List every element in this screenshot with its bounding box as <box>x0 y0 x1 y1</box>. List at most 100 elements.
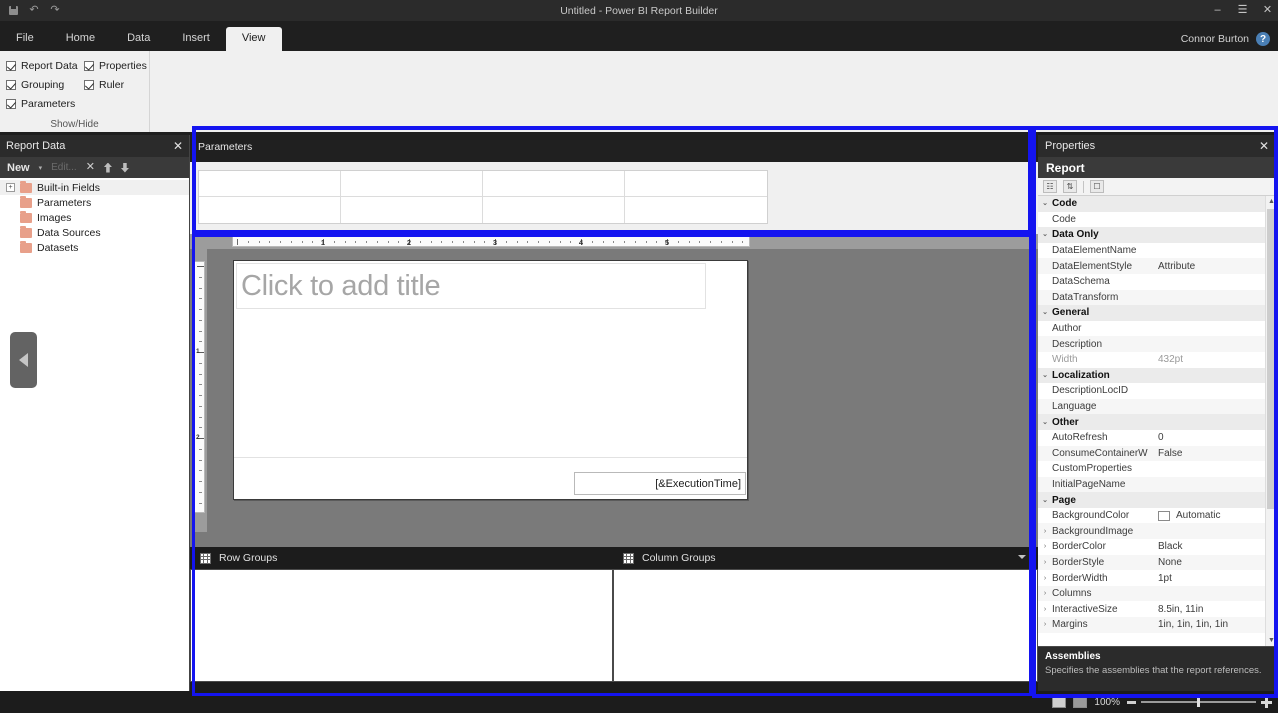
property-value[interactable]: None <box>1158 557 1276 568</box>
execution-time-textbox[interactable]: [&ExecutionTime] <box>574 472 746 495</box>
property-row[interactable]: Description <box>1038 336 1276 352</box>
property-pages-icon[interactable]: ☐ <box>1090 180 1104 193</box>
close-icon[interactable]: ✕ <box>1261 4 1274 17</box>
property-row[interactable]: BackgroundColor Automatic <box>1038 508 1276 524</box>
scroll-up-icon[interactable]: ▲ <box>1266 196 1277 207</box>
property-row[interactable]: AutoRefresh 0 <box>1038 430 1276 446</box>
property-category-general[interactable]: ⌄ General <box>1038 305 1276 321</box>
chevron-right-icon[interactable]: › <box>1038 575 1052 582</box>
help-icon[interactable]: ? <box>1256 32 1270 46</box>
zoom-slider[interactable] <box>1127 696 1272 708</box>
property-row[interactable]: ConsumeContainerW False <box>1038 445 1276 462</box>
edit-button[interactable]: Edit... <box>51 162 77 173</box>
chevron-down-icon[interactable]: ⌄ <box>1038 200 1052 207</box>
chevron-right-icon[interactable]: › <box>1038 606 1052 613</box>
zoom-thumb[interactable] <box>1197 697 1200 707</box>
report-design-surface[interactable]: Click to add title [&ExecutionTime] <box>207 249 1038 547</box>
properties-scrollbar[interactable]: ▲ ▼ <box>1265 196 1277 646</box>
restore-icon[interactable]: ☰ <box>1236 4 1249 17</box>
property-value[interactable]: 1pt <box>1158 573 1276 584</box>
report-title-textbox[interactable]: Click to add title <box>236 263 706 309</box>
close-icon[interactable]: ✕ <box>173 140 183 152</box>
tree-item-parameters[interactable]: Parameters <box>0 195 189 210</box>
categorized-icon[interactable]: ☷ <box>1043 180 1057 193</box>
parameter-cell[interactable] <box>483 197 625 223</box>
chevron-right-icon[interactable]: › <box>1038 621 1052 628</box>
new-button[interactable]: New <box>7 162 30 174</box>
property-row[interactable]: InitialPageName <box>1038 476 1276 493</box>
properties-grid[interactable]: ⌄ Code Code ⌄ Data Only DataElementName DataEl… <box>1038 196 1276 646</box>
chevron-down-icon[interactable]: ⌄ <box>1038 372 1052 379</box>
property-row[interactable]: DataElementStyle Attribute <box>1038 258 1276 274</box>
chevron-right-icon[interactable]: › <box>1038 543 1052 550</box>
property-row[interactable]: › BorderColor Black <box>1038 539 1276 555</box>
chevron-down-icon[interactable]: ⌄ <box>1038 419 1052 426</box>
property-value[interactable]: 432pt <box>1158 354 1276 365</box>
parameters-grid[interactable] <box>198 170 768 224</box>
parameter-cell[interactable] <box>625 171 767 197</box>
column-groups-list[interactable] <box>613 569 1038 682</box>
checkbox-grouping[interactable]: Grouping <box>6 79 84 91</box>
property-category-code[interactable]: ⌄ Code <box>1038 196 1276 212</box>
property-value[interactable]: Automatic <box>1158 510 1276 521</box>
chevron-right-icon[interactable]: › <box>1038 528 1052 535</box>
property-value[interactable]: 0 <box>1158 432 1276 443</box>
parameter-cell[interactable] <box>199 197 341 223</box>
tab-file[interactable]: File <box>0 28 50 51</box>
design-view-icon[interactable] <box>1052 696 1067 708</box>
zoom-track[interactable] <box>1141 697 1256 707</box>
property-row[interactable]: › Margins 1in, 1in, 1in, 1in <box>1038 617 1276 633</box>
property-row[interactable]: › BorderStyle None <box>1038 554 1276 571</box>
panel-collapse-button[interactable] <box>10 332 37 388</box>
expand-icon[interactable]: + <box>6 183 15 192</box>
parameter-cell[interactable] <box>341 197 483 223</box>
checkbox-report-data[interactable]: Report Data <box>6 60 84 72</box>
chevron-down-icon[interactable]: ▾ <box>39 164 43 172</box>
property-row[interactable]: › BackgroundImage <box>1038 523 1276 540</box>
tab-insert[interactable]: Insert <box>166 28 226 51</box>
properties-subject[interactable]: Report <box>1038 157 1276 178</box>
chevron-right-icon[interactable]: › <box>1038 559 1052 566</box>
property-row[interactable]: CustomProperties <box>1038 461 1276 477</box>
parameter-cell[interactable] <box>199 171 341 197</box>
property-row[interactable]: DataSchema <box>1038 274 1276 290</box>
property-value[interactable]: 1in, 1in, 1in, 1in <box>1158 619 1276 630</box>
property-value[interactable]: 8.5in, 11in <box>1158 604 1276 615</box>
property-value[interactable]: Attribute <box>1158 261 1276 272</box>
property-row[interactable]: Language <box>1038 398 1276 415</box>
chevron-down-icon[interactable]: ⌄ <box>1038 231 1052 238</box>
color-swatch[interactable] <box>1158 510 1170 521</box>
move-down-icon[interactable] <box>120 162 129 173</box>
horizontal-ruler-strip[interactable]: 1 2 3 4 5 <box>232 236 750 247</box>
property-category-localization[interactable]: ⌄ Localization <box>1038 367 1276 384</box>
tree-item-datasets[interactable]: Datasets <box>0 240 189 255</box>
minimize-icon[interactable]: – <box>1211 4 1224 17</box>
redo-icon[interactable]: ↷ <box>48 4 62 18</box>
save-icon[interactable] <box>6 4 20 18</box>
property-category-other[interactable]: ⌄ Other <box>1038 414 1276 430</box>
checkbox-parameters[interactable]: Parameters <box>6 98 84 110</box>
property-row[interactable]: DataElementName <box>1038 243 1276 259</box>
checkbox-properties[interactable]: Properties <box>84 60 154 72</box>
property-row[interactable]: DataTransform <box>1038 289 1276 306</box>
checkbox-ruler[interactable]: Ruler <box>84 79 154 91</box>
parameter-cell[interactable] <box>483 171 625 197</box>
tree-item-data-sources[interactable]: Data Sources <box>0 225 189 240</box>
chevron-right-icon[interactable]: › <box>1038 590 1052 597</box>
close-icon[interactable]: ✕ <box>1259 140 1269 152</box>
row-groups-list[interactable] <box>190 569 613 682</box>
property-value[interactable]: False <box>1158 448 1276 459</box>
parameter-cell[interactable] <box>625 197 767 223</box>
property-row[interactable]: DescriptionLocID <box>1038 383 1276 399</box>
property-row[interactable]: › InteractiveSize 8.5in, 11in <box>1038 601 1276 617</box>
tab-view[interactable]: View <box>225 27 282 51</box>
scrollbar-thumb[interactable] <box>1267 209 1276 509</box>
property-row[interactable]: › BorderWidth 1pt <box>1038 570 1276 586</box>
zoom-in-icon[interactable] <box>1261 696 1272 708</box>
tree-item-built-in-fields[interactable]: + Built-in Fields <box>0 180 189 195</box>
chevron-down-icon[interactable] <box>1018 555 1026 559</box>
print-layout-icon[interactable] <box>1073 696 1088 708</box>
report-body[interactable]: Click to add title [&ExecutionTime] <box>233 260 748 500</box>
vertical-ruler-strip[interactable]: 12 <box>194 261 205 513</box>
property-row[interactable]: Width 432pt <box>1038 352 1276 368</box>
